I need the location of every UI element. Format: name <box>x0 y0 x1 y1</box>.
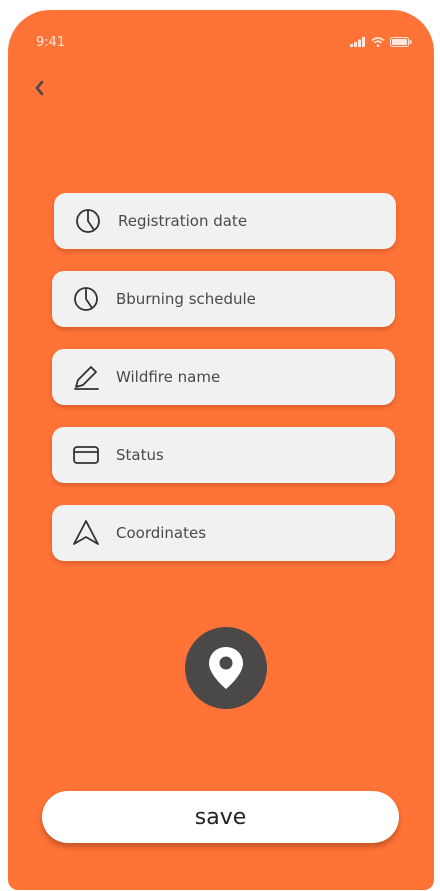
wifi-icon <box>371 37 385 47</box>
registration-date-label: Registration date <box>118 212 248 230</box>
wildfire-name-field[interactable]: Wildfire name <box>52 349 395 405</box>
phone-screen: 9:41 Registration date Bburning schedule… <box>8 10 434 890</box>
status-label: Status <box>116 446 164 464</box>
coordinates-field[interactable]: Coordinates <box>52 505 395 561</box>
coordinates-label: Coordinates <box>116 524 207 542</box>
pencil-icon <box>70 361 102 393</box>
status-icons <box>350 37 412 47</box>
registration-date-field[interactable]: Registration date <box>54 193 396 249</box>
chevron-left-icon <box>35 80 44 96</box>
save-button[interactable]: save <box>42 791 399 843</box>
signal-icon <box>350 37 365 47</box>
location-pin-icon <box>209 647 243 689</box>
clock-icon <box>72 205 104 237</box>
card-icon <box>70 439 102 471</box>
burning-schedule-field[interactable]: Bburning schedule <box>52 271 395 327</box>
status-time: 9:41 <box>36 35 66 50</box>
location-button[interactable] <box>185 627 267 709</box>
navigation-icon <box>70 517 102 549</box>
clock-icon <box>70 283 102 315</box>
back-button[interactable] <box>28 76 52 100</box>
wildfire-name-label: Wildfire name <box>116 368 221 386</box>
burning-schedule-label: Bburning schedule <box>116 290 256 308</box>
battery-icon <box>390 37 412 47</box>
status-bar: 9:41 <box>36 32 412 54</box>
status-field[interactable]: Status <box>52 427 395 483</box>
